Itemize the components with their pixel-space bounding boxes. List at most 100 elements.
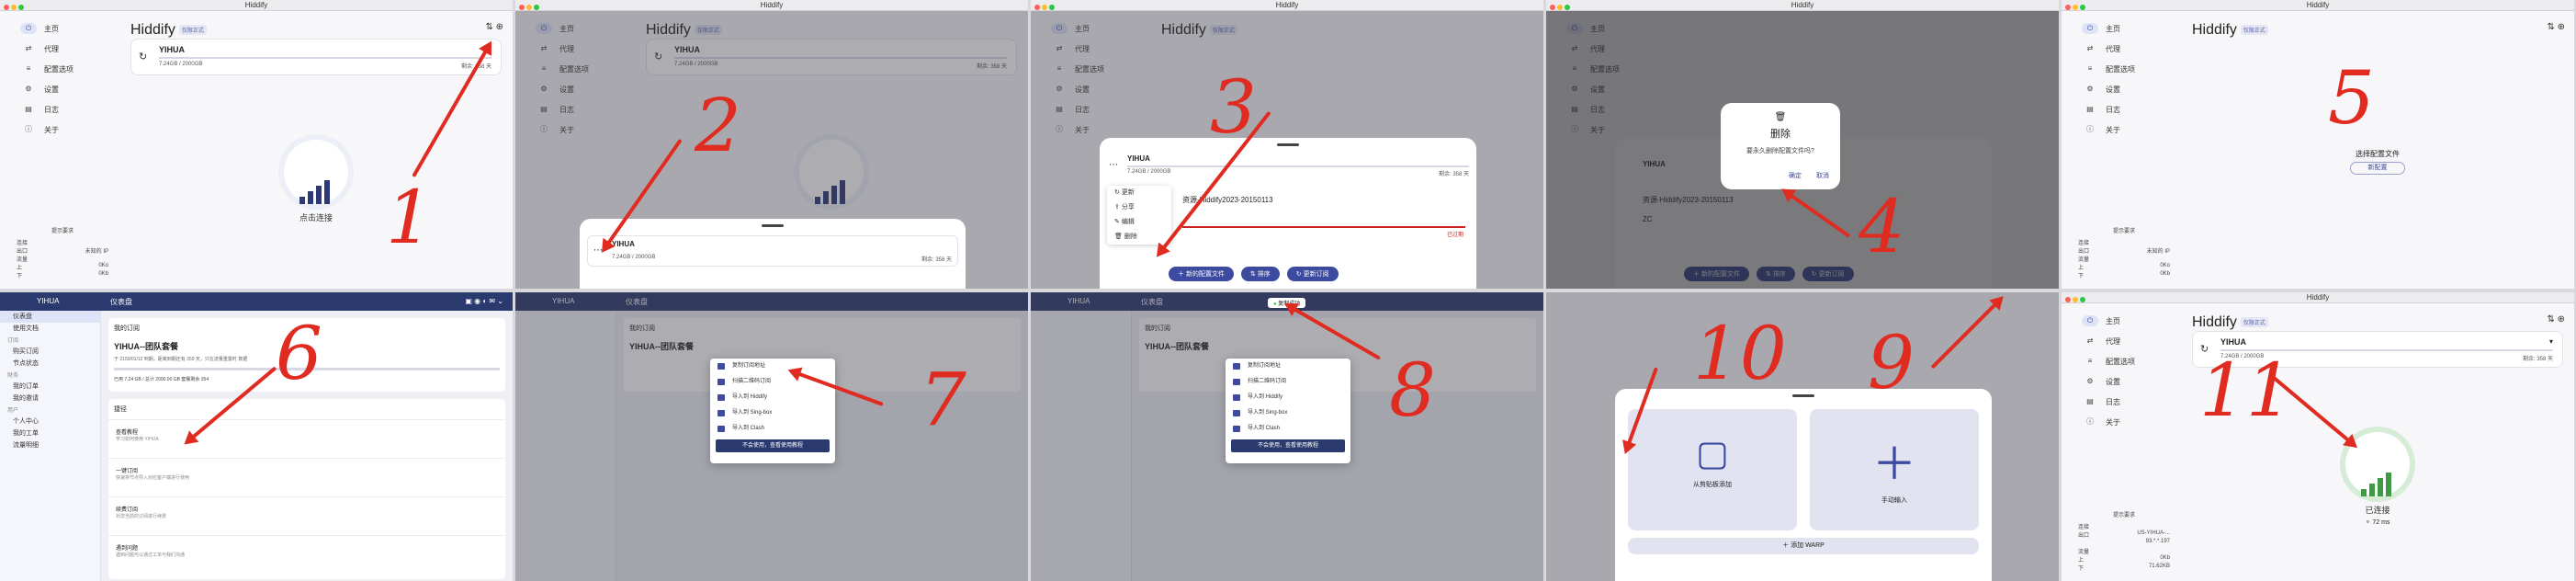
- tutorial-button[interactable]: 不会使用，查看使用教程: [716, 439, 830, 452]
- clipboard-icon: ▢: [1696, 435, 1729, 473]
- route-icon: ⇄: [25, 44, 32, 52]
- ws-profile[interactable]: 个人中心: [0, 416, 100, 427]
- nav-about[interactable]: ⓘ关于: [0, 120, 119, 140]
- annotation-number: 2: [695, 83, 741, 168]
- copy-subscription-url[interactable]: 复制订阅地址: [710, 359, 835, 374]
- web-topbar: YIHUA 仪表盘 ▣ ◉ ◐ ✉ ⌄: [0, 292, 513, 311]
- panel-copy-success: YIHUA仪表盘 我的订阅YIHUA--团队套餐 ● 复制成功 复制订阅地址 扫…: [1031, 292, 1543, 581]
- nav-profiles[interactable]: ≡配置选项: [0, 59, 119, 79]
- annotation-number: 1: [386, 175, 433, 260]
- nav-home[interactable]: ⏻主页: [0, 18, 119, 39]
- manual-input-tile[interactable]: ＋ 手动输入: [1810, 409, 1979, 530]
- sort-button[interactable]: ⇅ 排序: [1240, 267, 1280, 281]
- nav-settings[interactable]: ⚙设置: [2062, 79, 2181, 99]
- new-profile-button[interactable]: ＋ 新的配置文件: [1169, 267, 1234, 281]
- ws-nodes[interactable]: 节点状态: [0, 358, 100, 370]
- add-profile-sheet: ▢ 从剪贴板添加 ＋ 手动输入 ＋ 添加 WARP: [1615, 389, 1992, 581]
- nav-proxy[interactable]: ⇄代理: [0, 39, 119, 59]
- ws-buy[interactable]: 购买订阅: [0, 346, 100, 358]
- nav-profiles[interactable]: ≡配置选项: [2062, 351, 2181, 371]
- connected-label: 已连接: [2365, 506, 2390, 515]
- shortcut-one-click-subscribe[interactable]: 一键订阅 快速将节点导入对应客户端进行使用: [108, 458, 505, 496]
- confirm-button[interactable]: 确定: [1789, 173, 1802, 179]
- cancel-button[interactable]: 取消: [1816, 173, 1829, 179]
- profile-row[interactable]: ⋯ YIHUA 7.24GB / 2000GB 剩余: 358 天: [1107, 154, 1469, 178]
- profile-card[interactable]: ↻ YIHUA ▾ 7.24GB / 2000GB 剩余: 358 天: [130, 39, 502, 75]
- menu-update[interactable]: ↻ 更新: [1107, 186, 1171, 200]
- update-subscription-button[interactable]: ↻ 更新订阅: [1286, 267, 1339, 281]
- nav-proxy[interactable]: ⇄代理: [2062, 331, 2181, 351]
- delete-dialog: 🗑 删除 要永久删除配置文件吗? 确定 取消: [1721, 103, 1840, 189]
- import-singbox[interactable]: 导入到 Sing-box: [710, 405, 835, 421]
- nav-home[interactable]: ⏻主页: [2062, 18, 2181, 39]
- panel-delete-dialog: Hiddify ⏻主页 ⇄代理 ≡配置选项 ⚙设置 ▤日志 ⓘ关于 YIHUA …: [1546, 0, 2059, 289]
- panel-profile-sheet: Hiddify ⏻ 主页 ⇄ 代理 ≡ 配置选项 ⚙ 设置 ▤ 日志 ⓘ 关于 Hiddif…: [515, 0, 1028, 289]
- nav-profiles[interactable]: ≡配置选项: [2062, 59, 2181, 79]
- sort-icon[interactable]: ⇅: [485, 22, 492, 32]
- annotation-number: 9: [1868, 320, 1915, 405]
- add-warp-button[interactable]: ＋ 添加 WARP: [1628, 538, 1979, 554]
- nav-logs[interactable]: ▤日志: [2062, 99, 2181, 120]
- share-icon: ⇪: [1114, 204, 1120, 211]
- sliders-icon: ≡: [26, 64, 31, 73]
- nav-logs[interactable]: ▤日志: [0, 99, 119, 120]
- sort-icon[interactable]: ⇅: [2547, 22, 2554, 32]
- shortcuts-card: 捷径 查看教程 学习如何使用 YIHUA 一键订阅 快速将节点导入对应客户端进行使用…: [108, 399, 505, 579]
- nav-settings[interactable]: ⚙设置: [0, 79, 119, 99]
- usage-bar: [159, 57, 491, 59]
- menu-share[interactable]: ⇪ 分享: [1107, 200, 1171, 215]
- profiles-sheet: ⋯ YIHUA 7.24GB / 2000GB 剩余: 358 天: [580, 219, 966, 289]
- main-area: Hiddify仅限正式 ⇅ ⊕ ↻ YIHUA ▾ 7.24GB / 2000G…: [119, 11, 513, 289]
- panel-add-profile: ▢ 从剪贴板添加 ＋ 手动输入 ＋ 添加 WARP 10 9: [1546, 292, 2059, 581]
- profile-row[interactable]: ⋯ YIHUA 7.24GB / 2000GB 剩余: 358 天: [587, 235, 958, 267]
- ws-traffic[interactable]: 流量明细: [0, 439, 100, 451]
- add-profile-icon[interactable]: ⊕: [2558, 22, 2565, 32]
- nav-home[interactable]: ⏻主页: [2062, 311, 2181, 331]
- gear-icon: ⚙: [25, 85, 32, 93]
- shortcut-renew[interactable]: 续费订阅 对您当前的订阅进行续费: [108, 496, 505, 535]
- expired-label: 已过期: [1446, 233, 1463, 238]
- panel-connected: Hiddify ⏻ 主页 ⇄ 代理 ≡ 配置选项 ⚙ 设置 ▤ 日志 ⓘ 关于 提示要求 连…: [2062, 292, 2574, 581]
- nav-logs[interactable]: ▤日志: [2062, 392, 2181, 412]
- nav-about[interactable]: ⓘ关于: [2062, 120, 2181, 140]
- menu-edit[interactable]: ✎ 编辑: [1107, 215, 1171, 230]
- nav-proxy[interactable]: ⇄代理: [2062, 39, 2181, 59]
- shortcut-problem[interactable]: 遇到问题 遇到问题可以通过工单与我们沟通: [108, 535, 505, 574]
- panel-web-dashboard: YIHUA 仪表盘 ▣ ◉ ◐ ✉ ⌄ 仪表盘 使用文档 订阅 购买订阅 节点状态 …: [0, 292, 513, 581]
- ping-readout: ⚬ 72 ms: [2365, 519, 2390, 526]
- toolbar-icons: ▣ ◉ ◐ ✉ ⌄: [465, 297, 503, 305]
- sheet-handle[interactable]: [762, 224, 784, 227]
- power-icon: ⏻: [20, 23, 37, 34]
- ws-docs[interactable]: 使用文档: [0, 323, 100, 335]
- sort-icon[interactable]: ⇅: [2547, 314, 2554, 325]
- add-profile-icon[interactable]: ⊕: [2558, 314, 2565, 325]
- import-clash[interactable]: 导入到 Clash: [710, 421, 835, 437]
- more-icon: ⋯: [1109, 160, 1118, 170]
- annotation-number: 6: [276, 311, 322, 396]
- ws-invite[interactable]: 我的邀请: [0, 393, 100, 404]
- nav-about[interactable]: ⓘ关于: [2062, 412, 2181, 432]
- app-title: Hiddify 仅限正式: [130, 22, 207, 39]
- trash-icon: 🗑: [1774, 112, 1787, 122]
- trash-icon: 🗑: [1114, 234, 1123, 240]
- add-profile-icon[interactable]: ⊕: [496, 22, 503, 32]
- ws-orders[interactable]: 我的订单: [0, 381, 100, 393]
- sidebar-stats: 提示要求 连接 出口 未知的 IP 流量 上 0Ko 下 0Kb: [17, 229, 108, 279]
- add-from-clipboard-tile[interactable]: ▢ 从剪贴板添加: [1628, 409, 1797, 530]
- window-title: Hiddify: [244, 1, 268, 9]
- ws-tickets[interactable]: 我的工单: [0, 427, 100, 439]
- panel-profile-menu: Hiddify ⏻ 主页 ⇄ 代理 ≡ 配置选项 ⚙ 设置 ▤ 日志 ⓘ 关于 Hiddif…: [1031, 0, 1543, 289]
- annotation-number: 7: [920, 357, 966, 442]
- import-hiddify[interactable]: 导入到 Hiddify: [710, 390, 835, 405]
- nav-settings[interactable]: ⚙设置: [2062, 371, 2181, 392]
- shortcut-tutorial[interactable]: 查看教程 学习如何使用 YIHUA: [108, 419, 505, 458]
- connect-label: 点击连接: [299, 213, 333, 222]
- refresh-icon: ↻: [1114, 189, 1120, 196]
- new-profile-button[interactable]: 新配置: [2350, 162, 2405, 175]
- check-icon: ●: [1273, 302, 1277, 307]
- ws-dashboard[interactable]: 仪表盘: [0, 311, 100, 323]
- menu-delete[interactable]: 🗑 删除: [1107, 230, 1171, 245]
- refresh-icon[interactable]: ↻: [139, 51, 147, 63]
- connect-button[interactable]: [284, 140, 348, 204]
- info-icon: ⓘ: [25, 125, 32, 133]
